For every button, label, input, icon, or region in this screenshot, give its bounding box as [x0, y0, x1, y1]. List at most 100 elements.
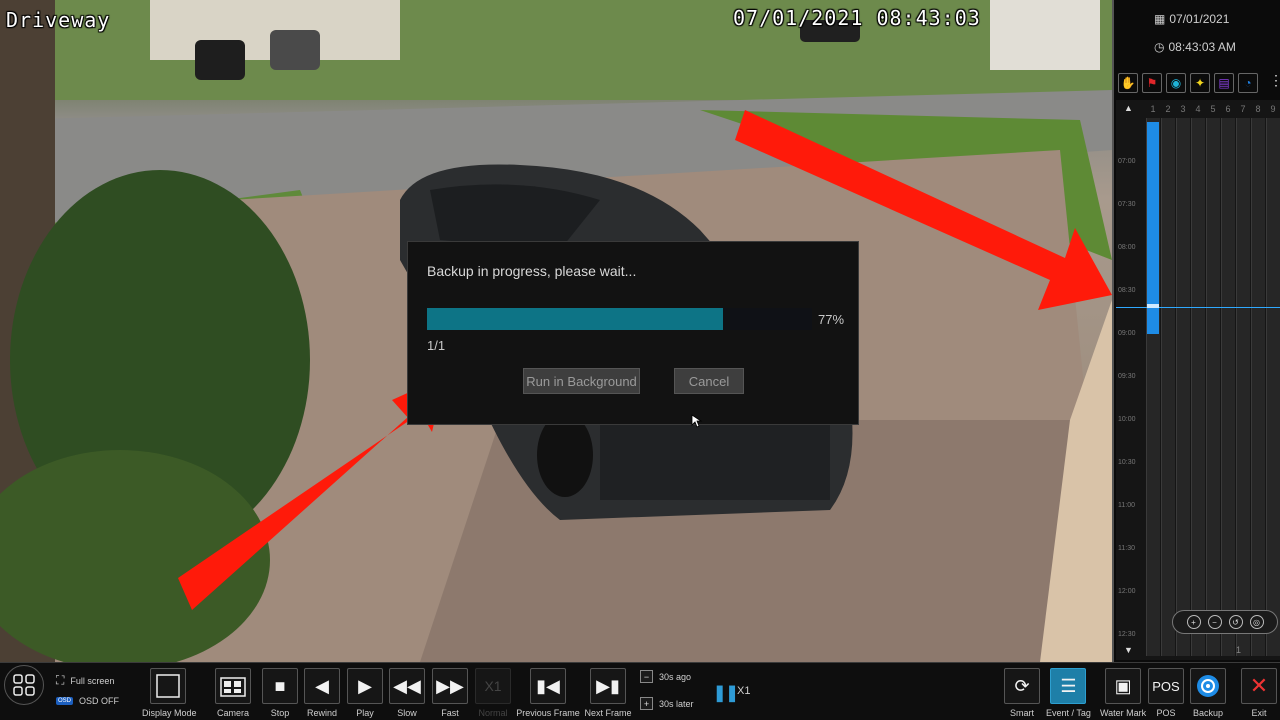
playback-side-panel: ▦ 07/01/2021 ◷ 08:43:03 AM ✋ ⚑ ◉ ✦ ▤ ◔ ⋮ ▲ 12… [1112, 0, 1280, 662]
timeline-channel-columns: 123456789 [1146, 104, 1280, 660]
human-icon[interactable]: ✦ [1190, 73, 1210, 93]
timeline-time-label: 09:00 [1118, 330, 1136, 337]
water-mark-button[interactable]: ▣ Water Mark [1100, 668, 1146, 718]
timeline-playhead-handle[interactable] [1147, 304, 1159, 308]
play-icon: ▶ [347, 668, 383, 704]
osd-toggle[interactable]: OSD OSD OFF [56, 696, 119, 706]
event-tag-button[interactable]: ☰ Event / Tag [1046, 668, 1091, 718]
previous-frame-label: Previous Frame [516, 708, 580, 718]
display-mode-button[interactable]: Display Mode [142, 668, 197, 718]
timeline-channel-number: 3 [1180, 104, 1186, 114]
event-tag-label: Event / Tag [1046, 708, 1091, 718]
backup-button[interactable]: Backup [1190, 668, 1226, 718]
previous-frame-button[interactable]: ▮◀ Previous Frame [515, 668, 581, 718]
layout-grid-button[interactable] [4, 665, 44, 705]
normal-speed-icon: X1 [475, 668, 511, 704]
slow-icon: ◀◀ [389, 668, 425, 704]
pos-icon[interactable]: ▤ [1214, 73, 1234, 93]
backup-status-message: Backup in progress, please wait... [427, 263, 637, 279]
full-screen-label: Full screen [70, 675, 115, 686]
timeline-time-label: 09:30 [1118, 373, 1136, 380]
motion-icon[interactable]: ✋ [1118, 73, 1138, 93]
fast-label: Fast [441, 708, 459, 718]
timeline-page-number: 1 [1236, 645, 1242, 655]
camera-video-feed[interactable]: Driveway 07/01/2021 08:43:03 Backup in p… [0, 0, 1112, 662]
seek-forward-label: 30s later [659, 698, 694, 709]
timeline-channel-number: 1 [1150, 104, 1156, 114]
timeline-channel-column[interactable] [1221, 118, 1235, 656]
stop-button[interactable]: ■ Stop [262, 668, 298, 718]
timeline-channel-column[interactable] [1251, 118, 1265, 656]
panel-date: ▦ 07/01/2021 [1154, 12, 1229, 26]
timeline-time-label: 12:30 [1118, 631, 1136, 638]
timeline-channel-number: 7 [1240, 104, 1246, 114]
exit-label: Exit [1251, 708, 1267, 718]
timeline-recording-segment [1147, 122, 1159, 334]
timeline-channel-column[interactable] [1161, 118, 1175, 656]
water-mark-icon: ▣ [1105, 668, 1142, 704]
run-in-background-button[interactable]: Run in Background [523, 368, 640, 394]
backup-icon [1190, 668, 1226, 704]
rewind-icon: ◀ [304, 668, 340, 704]
next-frame-button[interactable]: ▶▮ Next Frame [583, 668, 633, 718]
grid-layout-icon [4, 665, 44, 705]
pos-label: POS [1156, 708, 1176, 718]
timeline[interactable]: ▲ 123456789 1 ▼ 07:00 07:30 08:00 08:30 09:0… [1116, 100, 1280, 660]
more-options-icon[interactable]: ⋮ [1269, 72, 1280, 89]
fast-button[interactable]: ▶▶ Fast [432, 668, 468, 718]
zoom-24h-icon[interactable]: ◎ [1249, 615, 1264, 629]
cancel-button[interactable]: Cancel [674, 368, 744, 394]
backup-progress-fill [427, 308, 724, 330]
event-tag-icon: ☰ [1050, 668, 1087, 704]
exit-button[interactable]: ✕ Exit [1241, 668, 1277, 718]
schedule-icon[interactable]: ◔ [1238, 73, 1258, 93]
timeline-channel-column[interactable] [1191, 118, 1205, 656]
camera-name-overlay: Driveway [6, 8, 111, 32]
timeline-channel-column[interactable] [1206, 118, 1220, 656]
timeline-scroll-up-icon[interactable]: ▲ [1124, 103, 1133, 113]
mouse-cursor-icon [691, 414, 703, 428]
close-icon: ✕ [1241, 668, 1277, 704]
intelligent-icon[interactable]: ◉ [1166, 73, 1186, 93]
display-mode-icon [150, 668, 187, 704]
event-filter-icons: ✋ ⚑ ◉ ✦ ▤ ◔ [1118, 73, 1258, 93]
backup-progress-bar [427, 308, 812, 330]
zoom-reset-icon[interactable]: ↺ [1228, 615, 1243, 629]
zoom-in-icon[interactable]: + [1186, 615, 1201, 629]
timeline-time-label: 12:00 [1118, 588, 1136, 595]
timeline-scroll-down-icon[interactable]: ▼ [1124, 645, 1133, 655]
timeline-time-label: 11:30 [1118, 545, 1135, 552]
pos-button[interactable]: POS POS [1148, 668, 1184, 718]
timeline-channel-number: 5 [1210, 104, 1216, 114]
seek-back-button[interactable]: − 30s ago [640, 670, 691, 683]
backup-progress-dialog: Backup in progress, please wait... 77% 1… [407, 241, 859, 425]
timeline-channel-number: 4 [1195, 104, 1201, 114]
seek-back-label: 30s ago [659, 671, 692, 682]
stop-icon: ■ [262, 668, 298, 704]
play-label: Play [356, 708, 374, 718]
timeline-channel-number: 6 [1225, 104, 1231, 114]
rewind-button[interactable]: ◀ Rewind [304, 668, 340, 718]
clock-icon: ◷ [1154, 40, 1165, 54]
zoom-out-icon[interactable]: − [1207, 615, 1222, 629]
timeline-time-label: 08:30 [1118, 287, 1136, 294]
calendar-icon: ▦ [1154, 12, 1166, 26]
rewind-label: Rewind [306, 708, 337, 718]
normal-speed-button[interactable]: X1 Normal [475, 668, 511, 718]
seek-forward-button[interactable]: + 30s later [640, 697, 694, 710]
full-screen-toggle[interactable]: ⛶ Full screen [56, 673, 114, 688]
camera-button[interactable]: Camera [215, 668, 251, 718]
smart-button[interactable]: ⟳ Smart [1004, 668, 1040, 718]
full-screen-icon: ⛶ [56, 673, 65, 687]
alarm-icon[interactable]: ⚑ [1142, 73, 1162, 93]
play-button[interactable]: ▶ Play [347, 668, 383, 718]
timeline-channel-column[interactable] [1176, 118, 1190, 656]
timeline-playhead[interactable] [1116, 307, 1280, 308]
panel-date-text: 07/01/2021 [1169, 12, 1230, 26]
camera-label: Camera [216, 708, 249, 718]
slow-button[interactable]: ◀◀ Slow [389, 668, 425, 718]
smart-label: Smart [1009, 708, 1034, 718]
timeline-channel-column[interactable] [1236, 118, 1250, 656]
timeline-channel-column[interactable] [1266, 118, 1280, 656]
camera-timestamp-overlay: 07/01/2021 08:43:03 [733, 6, 981, 30]
